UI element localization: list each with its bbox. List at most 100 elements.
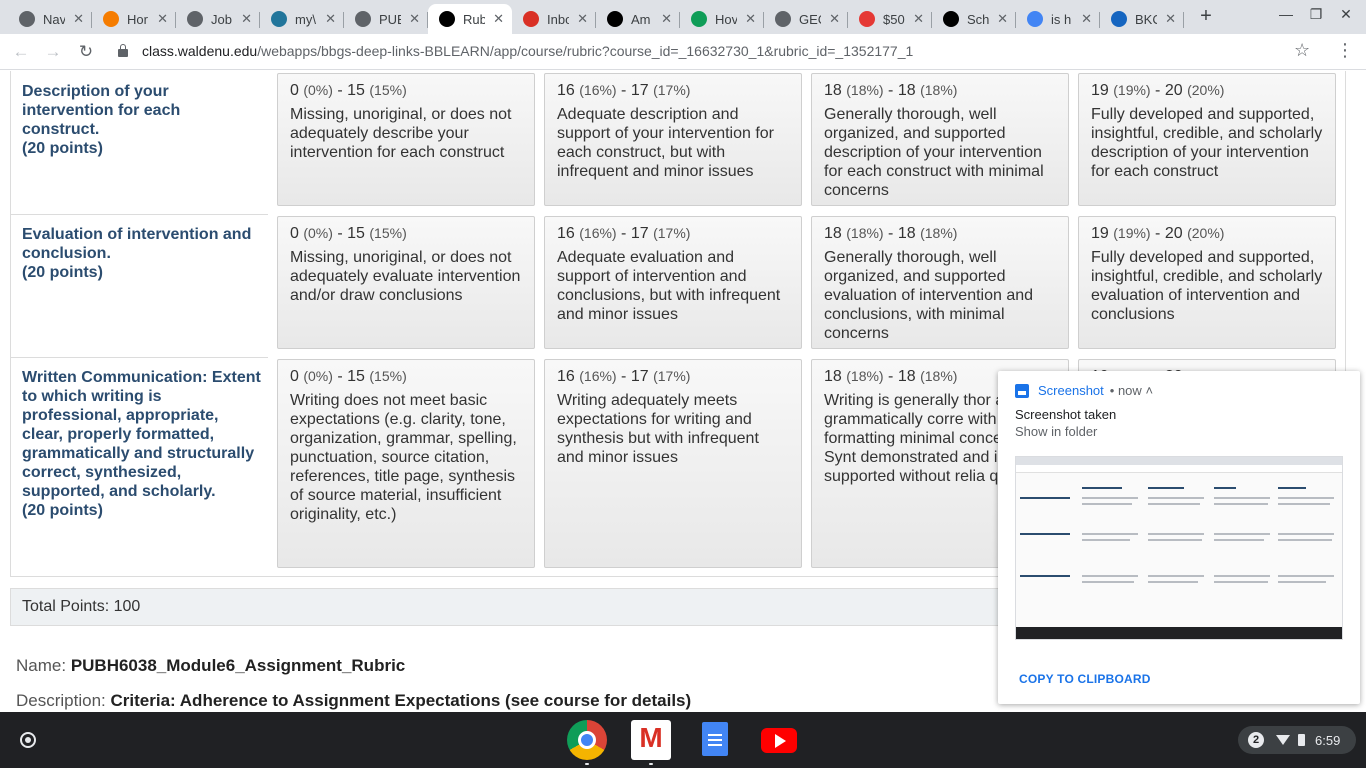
forward-button[interactable]: → [42,41,64,63]
name-value: PUBH6038_Module6_Assignment_Rubric [70,656,406,675]
screenshot-icon [1015,383,1029,398]
rubric-cell[interactable]: 0 (0%) - 15 (15%) Missing, unoriginal, or… [277,216,535,349]
browser-tab[interactable]: Hor ✕ [92,4,176,34]
launcher-icon[interactable] [20,732,36,748]
status-tray[interactable]: 2 6:59 [1238,726,1356,754]
show-in-folder-link[interactable]: Show in folder [1015,424,1097,439]
browser-tab[interactable]: BKC ✕ [1100,4,1184,34]
tab-strip: Nav ✕ Hor ✕ Job ✕ my\ ✕ PUE ✕ Rub ✕ Inbo ✕ Am ✕ Hov ✕ GEC ✕… [0,0,1366,34]
close-tab-icon[interactable]: ✕ [745,11,756,27]
tab-title: Job [211,11,232,27]
browser-tab[interactable]: Hov ✕ [680,4,764,34]
amazon-icon [607,11,623,27]
menu-kebab-icon[interactable]: ⋮ [1336,40,1354,61]
name-label: Name: [16,656,67,675]
score-range: 18 (18%) - 18 (18%) [824,82,958,99]
row-divider [10,357,268,358]
browser-tab[interactable]: Inbo ✕ [512,4,596,34]
globe-icon [187,11,203,27]
screenshot-notification[interactable]: Screenshot • now ˄ Screenshot taken Show… [998,371,1360,704]
browser-tab[interactable]: GEC ✕ [764,4,848,34]
copy-to-clipboard-button[interactable]: COPY TO CLIPBOARD [1019,672,1151,686]
close-tab-icon[interactable]: ✕ [73,11,84,27]
minimize-button[interactable]: — [1276,6,1296,22]
browser-tab[interactable]: PUE ✕ [344,4,428,34]
tab-title: Hov [715,11,737,27]
battery-icon [1298,734,1305,746]
url-path: /webapps/bbgs-deep-links-BBLEARN/app/cou… [257,43,914,59]
cell-description: Adequate description and support of your… [557,106,775,180]
tab-title: Inbo [547,11,569,27]
description-label: Description: [16,691,106,710]
browser-tab[interactable]: Am ✕ [596,4,680,34]
criterion-written-communication: Written Communication: Extent to which w… [22,368,262,520]
browser-tab[interactable]: Nav ✕ [8,4,92,34]
cell-description: Fully developed and supported, insightfu… [1091,106,1323,180]
chromeos-shelf: 2 6:59 [0,712,1366,768]
youtube-icon[interactable] [759,720,799,760]
close-window-button[interactable]: ✕ [1336,6,1356,23]
close-tab-icon[interactable]: ✕ [1081,11,1092,27]
browser-tab[interactable]: Rub ✕ [428,4,512,34]
google-icon [1027,11,1043,27]
tab-title: GEC [799,11,821,27]
close-tab-icon[interactable]: ✕ [493,11,504,27]
back-button[interactable]: ← [10,41,32,63]
close-tab-icon[interactable]: ✕ [997,11,1008,27]
close-tab-icon[interactable]: ✕ [157,11,168,27]
criterion-label: Evaluation of intervention and conclusio… [22,226,252,262]
browser-tab[interactable]: my\ ✕ [260,4,344,34]
close-tab-icon[interactable]: ✕ [829,11,840,27]
score-range: 19 (19%) - 20 (20%) [1091,225,1225,242]
browser-tab[interactable]: Sch ✕ [932,4,1016,34]
globe-icon [19,11,35,27]
criterion-evaluation: Evaluation of intervention and conclusio… [22,225,262,282]
new-tab-button[interactable]: + [1196,6,1216,26]
docs-icon[interactable] [695,720,735,760]
rubric-cell[interactable]: 19 (19%) - 20 (20%) Fully developed and s… [1078,73,1336,206]
rubric-cell[interactable]: 18 (18%) - 18 (18%) Generally thorough, w… [811,73,1069,206]
notification-time: • now ˄ [1109,383,1154,398]
chrome-icon[interactable] [567,720,607,760]
gmail-icon[interactable] [631,720,671,760]
restore-button[interactable]: ❐ [1306,6,1326,23]
rubric-cell[interactable]: 16 (16%) - 17 (17%) Writing adequately me… [544,359,802,568]
running-indicator [649,763,653,765]
browser-tab[interactable]: Job ✕ [176,4,260,34]
globe-icon [775,11,791,27]
criterion-points: (20 points) [22,502,103,519]
rubric-cell[interactable]: 19 (19%) - 20 (20%) Fully developed and s… [1078,216,1336,349]
browser-tab[interactable]: $50 ✕ [848,4,932,34]
chevron-up-icon[interactable]: ˄ [1145,383,1153,398]
rubric-cell[interactable]: 0 (0%) - 15 (15%) Missing, unoriginal, or… [277,73,535,206]
close-tab-icon[interactable]: ✕ [241,11,252,27]
close-tab-icon[interactable]: ✕ [577,11,588,27]
screenshot-thumbnail[interactable] [1015,456,1343,640]
url-host: class.waldenu.edu [142,43,258,59]
cell-description: Missing, unoriginal, or does not adequat… [290,249,521,304]
close-tab-icon[interactable]: ✕ [1165,11,1176,27]
calendar-icon [691,11,707,27]
rubric-cell[interactable]: 0 (0%) - 15 (15%) Writing does not meet b… [277,359,535,568]
orange-circle-icon [103,11,119,27]
reload-button[interactable]: ↻ [75,41,97,63]
rubric-cell[interactable]: 16 (16%) - 17 (17%) Adequate description … [544,73,802,206]
score-range: 19 (19%) - 20 (20%) [1091,82,1225,99]
tab-title: is h [1051,11,1072,27]
tab-title: Hor [127,11,148,27]
close-tab-icon[interactable]: ✕ [325,11,336,27]
rubric-cell[interactable]: 18 (18%) - 18 (18%) Generally thorough, w… [811,216,1069,349]
rubric-description: Description: Criteria: Adherence to Assi… [16,691,691,711]
total-points: Total Points: 100 [22,598,141,615]
close-tab-icon[interactable]: ✕ [409,11,420,27]
cell-description: Writing adequately meets expectations fo… [557,392,759,466]
cell-description: Generally thorough, well organized, and … [824,249,1034,342]
close-tab-icon[interactable]: ✕ [913,11,924,27]
bookmark-star-icon[interactable]: ☆ [1294,40,1310,61]
close-tab-icon[interactable]: ✕ [661,11,672,27]
rubric-cell[interactable]: 16 (16%) - 17 (17%) Adequate evaluation a… [544,216,802,349]
browser-tab[interactable]: is h ✕ [1016,4,1100,34]
criterion-description-intervention: Description of your intervention for eac… [22,82,262,158]
lock-icon[interactable] [118,44,128,58]
address-bar[interactable]: class.waldenu.edu/webapps/bbgs-deep-link… [142,43,913,59]
